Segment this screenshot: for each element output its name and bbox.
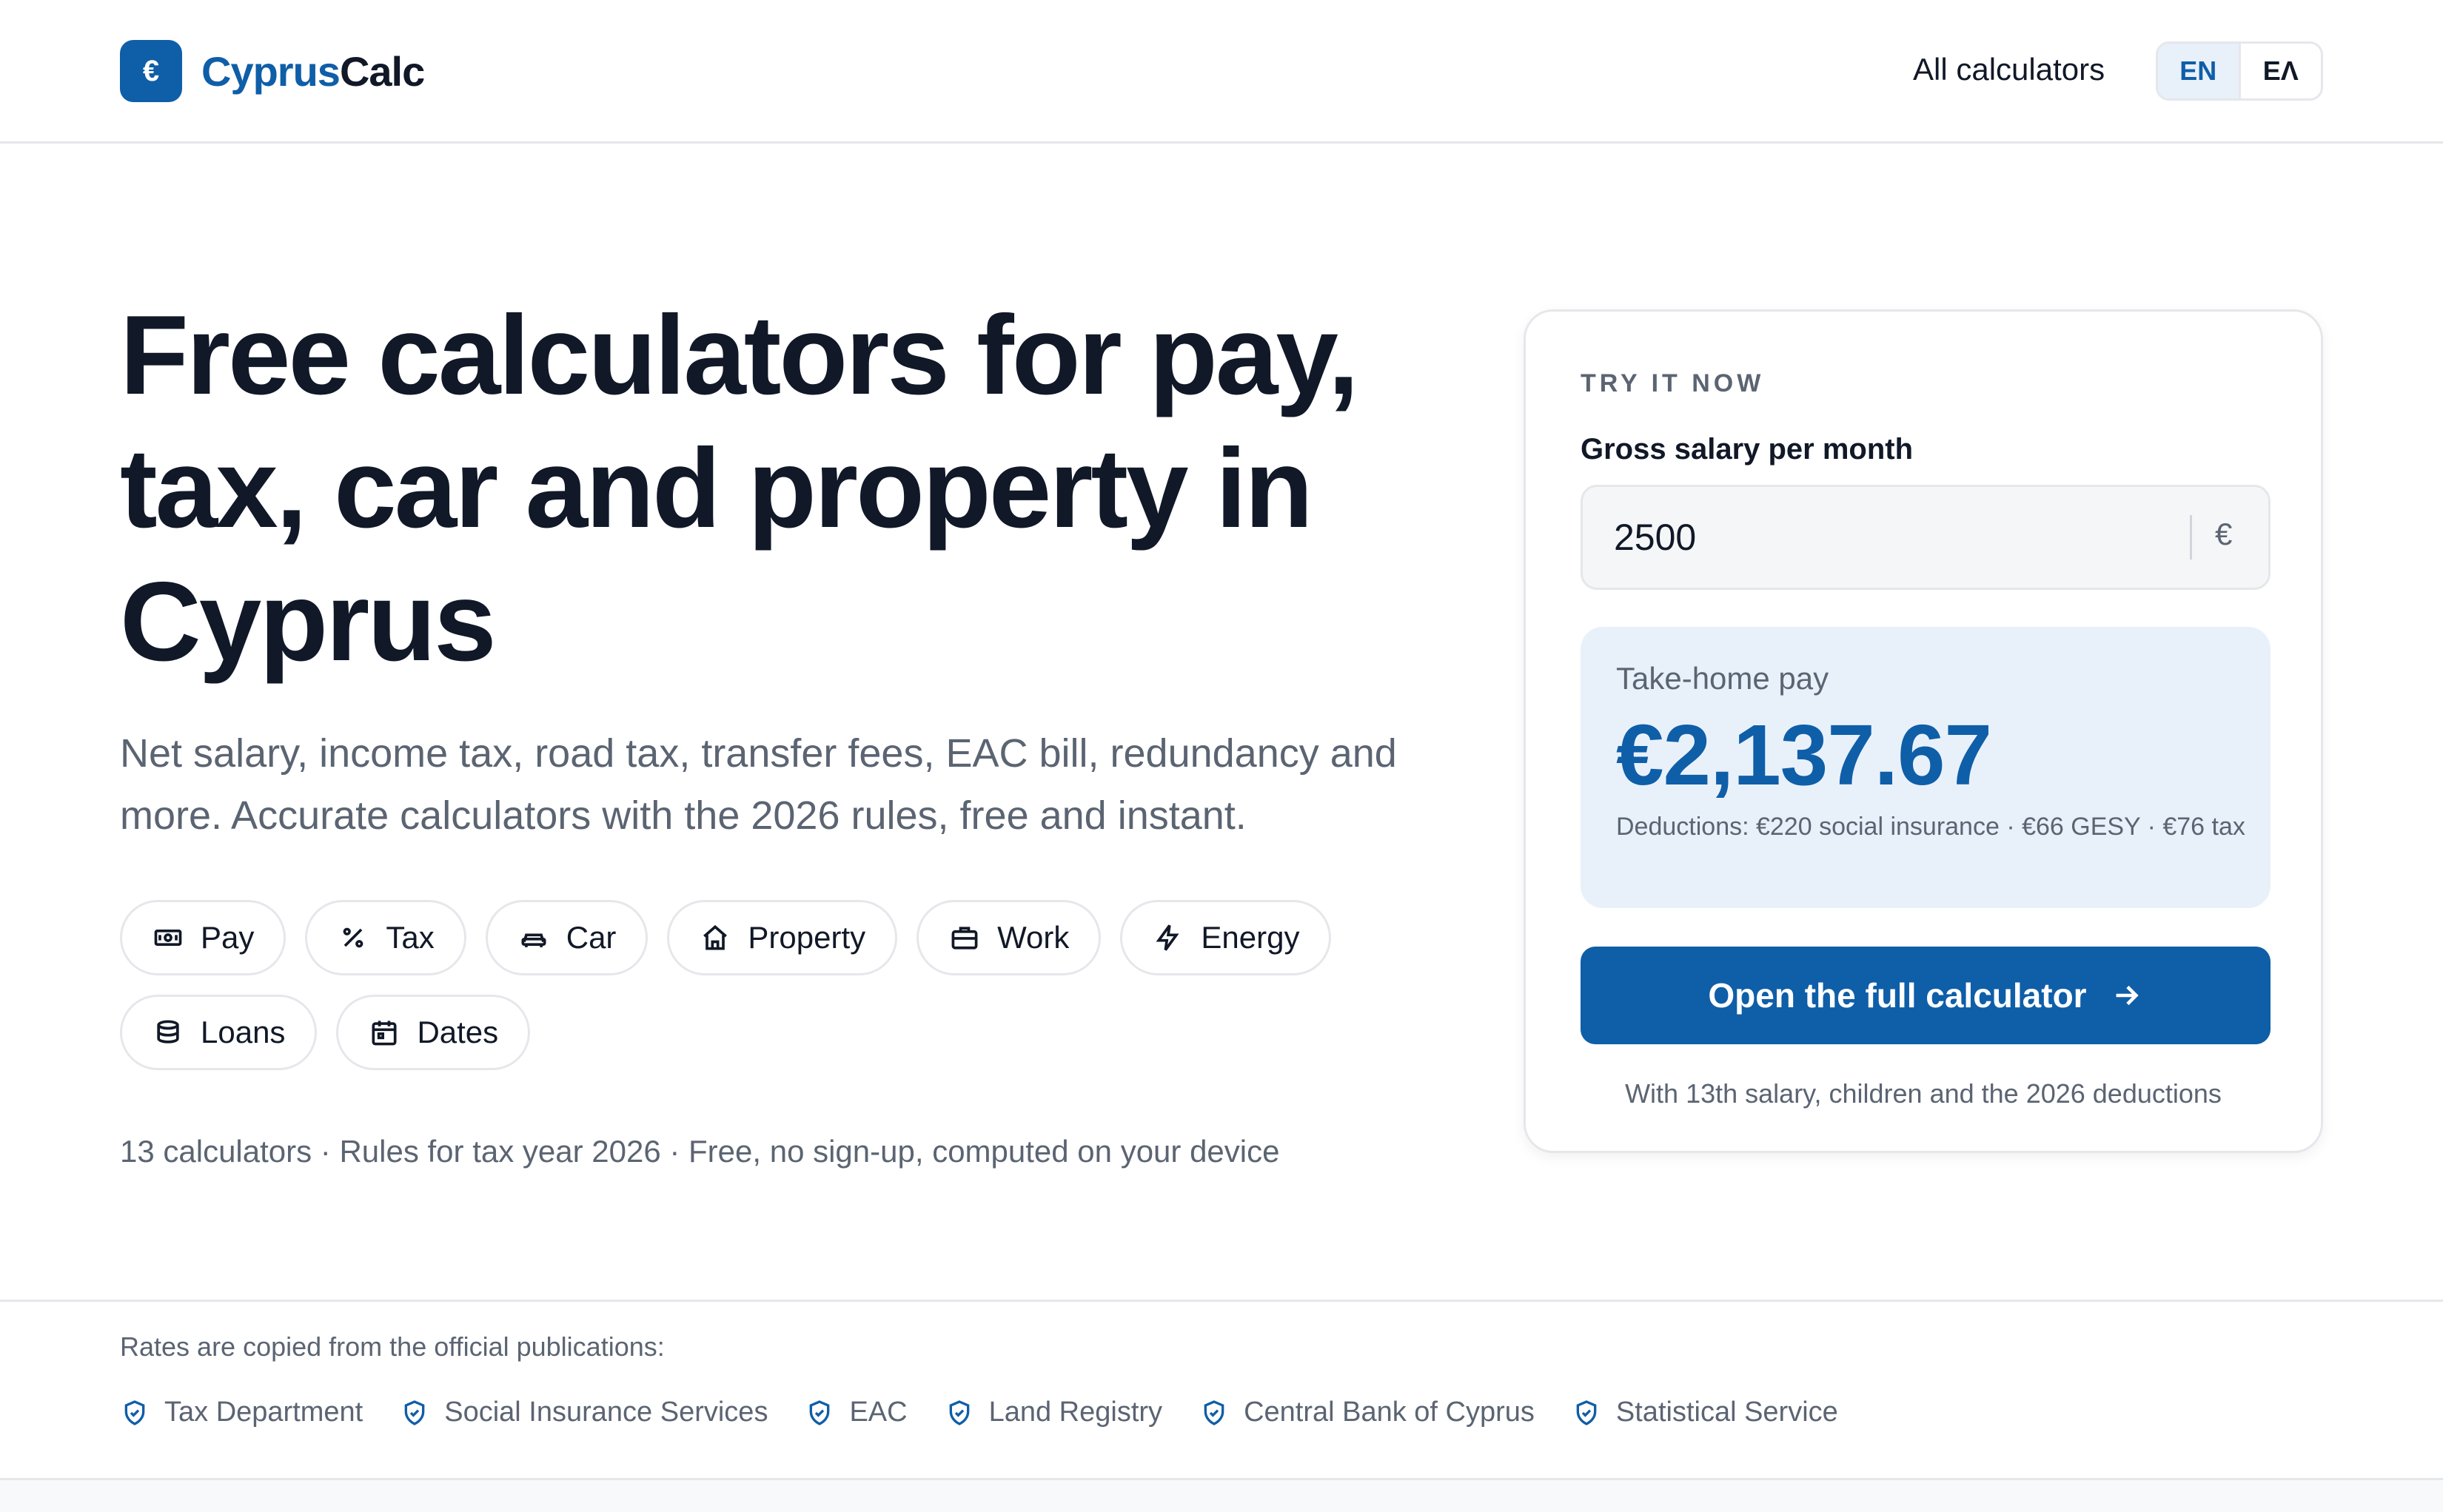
chip-label: Work	[997, 920, 1070, 955]
bolt-icon	[1152, 921, 1184, 954]
chip-loans[interactable]: Loans	[120, 995, 318, 1070]
open-full-calculator-button[interactable]: Open the full calculator	[1581, 947, 2271, 1044]
source-item: Statistical Service	[1572, 1397, 1838, 1428]
gross-salary-label: Gross salary per month	[1581, 433, 1914, 466]
coins-icon	[152, 1016, 184, 1049]
category-chips: Pay Tax Car Property Work Energy Loans D…	[120, 900, 1452, 1070]
source-label: Central Bank of Cyprus	[1244, 1397, 1535, 1428]
site-header: € CyprusCalc All calculators EN ΕΛ	[0, 0, 2443, 144]
chip-energy[interactable]: Energy	[1120, 900, 1332, 975]
banknote-icon	[152, 921, 184, 954]
logo-text: CyprusCalc	[201, 47, 425, 95]
currency-unit: €	[2215, 517, 2233, 551]
source-item: Central Bank of Cyprus	[1199, 1397, 1535, 1428]
shield-check-icon	[1572, 1398, 1601, 1428]
chip-car[interactable]: Car	[485, 900, 649, 975]
shield-check-icon	[1199, 1398, 1229, 1428]
hero-subtitle: Net salary, income tax, road tax, transf…	[120, 731, 1397, 838]
home-icon	[699, 921, 731, 954]
input-divider	[2190, 515, 2192, 560]
logo-text-calc: Calc	[339, 47, 425, 95]
lang-en-button[interactable]: EN	[2158, 44, 2241, 98]
source-item: EAC	[805, 1397, 908, 1428]
chip-work[interactable]: Work	[916, 900, 1102, 975]
shield-check-icon	[120, 1398, 150, 1428]
chip-label: Pay	[201, 920, 255, 955]
take-home-value: €2,137.67	[1616, 707, 1992, 803]
source-label: Land Registry	[988, 1397, 1163, 1428]
chip-property[interactable]: Property	[667, 900, 898, 975]
logo-text-cyprus: Cyprus	[201, 47, 341, 95]
take-home-result: Take-home pay €2,137.67 Deductions: €220…	[1581, 627, 2271, 908]
sources-list: Tax Department Social Insurance Services…	[120, 1397, 1838, 1428]
source-item: Land Registry	[945, 1397, 1162, 1428]
source-label: Statistical Service	[1615, 1397, 1838, 1428]
sources-section: Rates are copied from the official publi…	[0, 1300, 2443, 1480]
take-home-label: Take-home pay	[1616, 661, 1829, 696]
cta-note: With 13th salary, children and the 2026 …	[1625, 1078, 2222, 1109]
gross-salary-field: €	[1581, 485, 2271, 590]
chip-label: Loans	[201, 1015, 286, 1049]
lang-el-button[interactable]: ΕΛ	[2241, 44, 2322, 98]
chip-label: Car	[566, 920, 617, 955]
shield-check-icon	[400, 1398, 429, 1428]
language-switch: EN ΕΛ	[2156, 41, 2323, 101]
car-icon	[517, 921, 550, 954]
source-item: Social Insurance Services	[400, 1397, 768, 1428]
deductions-note: Deductions: €220 social insurance · €66 …	[1616, 813, 2245, 841]
source-label: Tax Department	[164, 1397, 363, 1428]
card-eyebrow: TRY IT NOW	[1581, 369, 1765, 397]
euro-logo-icon: €	[120, 40, 182, 102]
page-bottom-band	[0, 1480, 2443, 1512]
chip-label: Dates	[417, 1015, 499, 1049]
chip-label: Property	[748, 920, 866, 955]
percent-icon	[337, 921, 369, 954]
source-label: EAC	[849, 1397, 908, 1428]
hero-meta: 13 calculators · Rules for tax year 2026…	[120, 1134, 1280, 1169]
chip-label: Energy	[1201, 920, 1300, 955]
shield-check-icon	[945, 1398, 974, 1428]
cta-label: Open the full calculator	[1708, 976, 2087, 1015]
chip-dates[interactable]: Dates	[336, 995, 531, 1070]
source-label: Social Insurance Services	[444, 1397, 768, 1428]
arrow-right-icon	[2109, 978, 2143, 1012]
sources-title: Rates are copied from the official publi…	[120, 1331, 665, 1362]
chip-pay[interactable]: Pay	[120, 900, 286, 975]
briefcase-icon	[948, 921, 981, 954]
gross-salary-input[interactable]	[1614, 487, 2191, 588]
chip-tax[interactable]: Tax	[305, 900, 466, 975]
calendar-icon	[368, 1016, 401, 1049]
chip-label: Tax	[386, 920, 435, 955]
logo-link[interactable]: € CyprusCalc	[120, 40, 425, 102]
hero-title: Free calculators for pay, tax, car and p…	[120, 292, 1359, 685]
shield-check-icon	[805, 1398, 834, 1428]
try-it-card: TRY IT NOW Gross salary per month € Take…	[1524, 309, 2323, 1153]
all-calculators-link[interactable]: All calculators	[1913, 52, 2105, 87]
source-item: Tax Department	[120, 1397, 363, 1428]
